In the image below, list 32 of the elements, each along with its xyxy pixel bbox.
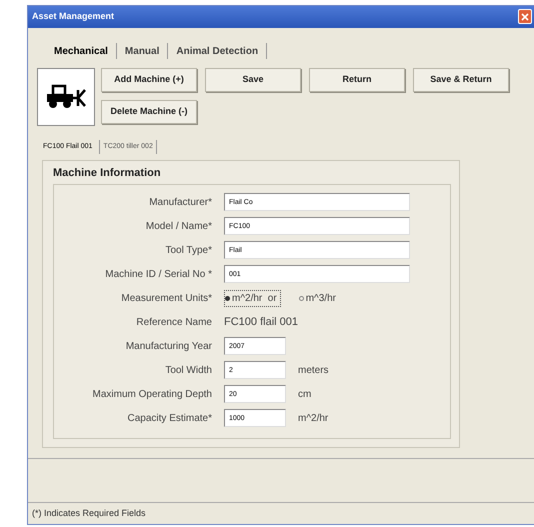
unit-radio[interactable]: m^2/hr or <box>224 290 281 306</box>
close-button[interactable] <box>518 9 532 24</box>
toolbar-button[interactable]: Return <box>309 68 405 92</box>
tab[interactable]: Mechanical <box>46 44 116 58</box>
group-title: Machine Information <box>53 166 162 181</box>
toolbar-button[interactable]: Save <box>205 68 301 92</box>
tab[interactable]: Manual <box>116 44 168 58</box>
field-label: Maximum Operating Depth <box>92 388 213 402</box>
field-label: Tool Type* <box>164 244 213 258</box>
toolbar-button[interactable]: Save & Return <box>413 68 509 92</box>
window-title: Asset Management <box>32 10 114 24</box>
field-label: Manufacturing Year <box>124 340 213 354</box>
field-label: Tool Width <box>164 364 213 378</box>
footer-note: (*) Indicates Required Fields <box>32 506 147 520</box>
unit-label: meters <box>298 364 329 378</box>
field-label: Measurement Units* <box>120 292 213 306</box>
close-icon <box>521 12 529 20</box>
field-label: Capacity Estimate* <box>126 412 213 426</box>
radio-icon <box>225 296 230 300</box>
field-label: Reference Name <box>135 316 213 330</box>
toolbar-button[interactable]: Delete Machine (-) <box>101 100 197 124</box>
unit-label: m^2/hr <box>298 412 328 426</box>
unit-label: cm <box>298 388 312 402</box>
field-label: Manufacturer* <box>148 196 213 210</box>
unit-radio[interactable]: m^3/hr <box>298 290 336 306</box>
field-label: Model / Name* <box>144 220 213 234</box>
field-label: Machine ID / Serial No * <box>104 268 213 282</box>
tab[interactable]: Animal Detection <box>168 44 266 58</box>
toolbar-button[interactable]: Add Machine (+) <box>101 68 197 92</box>
reference-name: FC100 flail 001 <box>224 314 298 330</box>
tractor-icon <box>45 84 87 110</box>
radio-icon <box>298 296 304 300</box>
